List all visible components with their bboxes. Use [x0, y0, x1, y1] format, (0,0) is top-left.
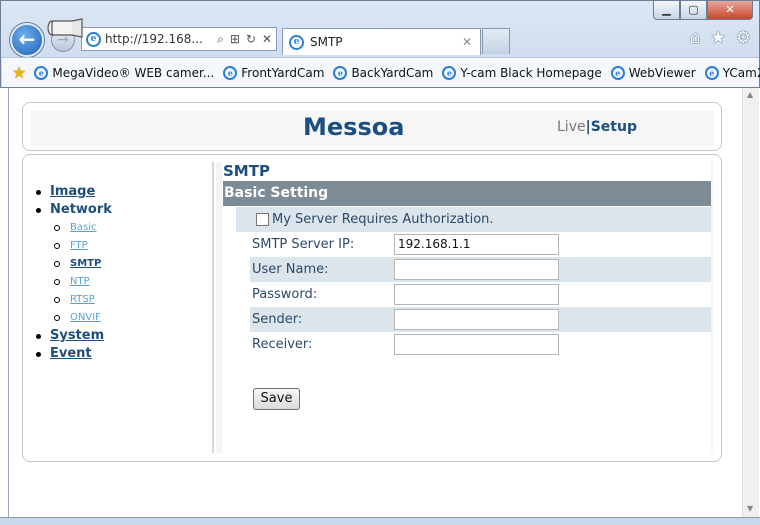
username-row: User Name:: [250, 257, 711, 282]
favorite-label: YCam2: [722, 65, 760, 80]
gear-icon[interactable]: ⚙: [736, 28, 751, 48]
sidebar-subitem-ntp[interactable]: NTP: [40, 273, 112, 291]
brand-title: Messoa: [303, 113, 405, 141]
favorite-link[interactable]: e MegaVideo® WEB camer...: [34, 65, 215, 80]
sidebar-item-label: Network: [50, 202, 112, 217]
sidebar-item-image[interactable]: Image: [36, 183, 112, 201]
sidebar-subitem-rtsp[interactable]: RTSP: [40, 291, 112, 309]
add-favorites-icon[interactable]: ★: [12, 63, 26, 82]
window-bottom-frame: [0, 517, 760, 525]
camera-logo-icon: [47, 18, 83, 38]
favorite-link[interactable]: e Y-cam Black Homepage: [442, 65, 602, 80]
ie-fav-icon: e: [442, 65, 457, 80]
home-icon[interactable]: ⌂: [690, 28, 701, 48]
tab-title: SMTP: [310, 35, 343, 49]
favorite-link[interactable]: e WebViewer: [610, 65, 696, 80]
ie-fav-icon: e: [333, 65, 348, 80]
minimize-button[interactable]: ▁: [653, 1, 680, 20]
favorite-link[interactable]: eYCam2: [704, 65, 760, 80]
sidebar-subitem-ftp[interactable]: FTP: [40, 237, 112, 255]
favorite-label: BackYardCam: [351, 65, 434, 80]
favorite-link[interactable]: e FrontYardCam: [223, 65, 325, 80]
scroll-down-icon[interactable]: ▼: [747, 504, 753, 513]
server-ip-label: SMTP Server IP:: [252, 237, 355, 252]
server-ip-input[interactable]: 192.168.1.1: [394, 234, 559, 255]
username-input[interactable]: [394, 259, 559, 280]
receiver-row: Receiver:: [250, 332, 711, 357]
maximize-button[interactable]: ▢: [680, 1, 707, 20]
window-controls: ▁ ▢ ✕: [653, 1, 753, 20]
back-button[interactable]: ←: [10, 23, 44, 57]
live-link[interactable]: Live: [557, 119, 586, 135]
address-text: http://192.168...: [105, 32, 203, 46]
favorite-label: Y-cam Black Homepage: [460, 65, 602, 80]
auth-label: My Server Requires Authorization.: [272, 212, 494, 227]
ie-fav-icon: e: [223, 65, 238, 80]
sidebar-item-label: Image: [50, 184, 96, 199]
refresh-icon[interactable]: ↻: [246, 32, 256, 47]
password-label: Password:: [252, 287, 318, 302]
browser-tools: ⌂ ★ ⚙: [690, 28, 751, 48]
favorites-bar: ★ e MegaVideo® WEB camer... e FrontYardCam…: [2, 57, 760, 87]
ie-fav-icon: e: [704, 65, 719, 80]
sidebar-item-network[interactable]: Network: [36, 201, 112, 219]
save-button[interactable]: Save: [253, 388, 300, 410]
scroll-up-icon[interactable]: ▲: [747, 90, 753, 99]
auth-row: My Server Requires Authorization.: [236, 207, 711, 232]
favorite-label: MegaVideo® WEB camer...: [52, 65, 215, 80]
tab-close-icon[interactable]: ✕: [462, 35, 472, 49]
sender-label: Sender:: [252, 312, 303, 327]
section-header: Basic Setting: [223, 181, 711, 206]
username-label: User Name:: [252, 262, 329, 277]
favorite-label: FrontYardCam: [241, 65, 325, 80]
vertical-scrollbar[interactable]: ▲ ▼: [742, 88, 759, 517]
favorite-link[interactable]: e BackYardCam: [333, 65, 434, 80]
sender-input[interactable]: [394, 309, 559, 330]
favorites-star-icon[interactable]: ★: [711, 28, 726, 48]
page-title: SMTP: [223, 162, 270, 180]
ie-page-icon: e: [86, 31, 101, 47]
address-bar[interactable]: e http://192.168... ⌕ ⊞ ↻ ✕: [81, 27, 277, 51]
sidebar-subitem-smtp[interactable]: SMTP: [40, 255, 112, 273]
network-submenu-list: Basic FTP SMTP NTP RTSP ONVIF: [40, 219, 112, 327]
sidebar-item-label: Event: [50, 346, 92, 361]
compat-icon[interactable]: ⊞: [230, 32, 240, 47]
sidebar-item-system[interactable]: System: [36, 327, 112, 345]
network-submenu: Basic FTP SMTP NTP RTSP ONVIF: [36, 219, 112, 327]
browser-chrome: ▁ ▢ ✕ ← → e http://192.168... ⌕ ⊞ ↻ ✕ e …: [0, 0, 760, 88]
sidebar-item-event[interactable]: Event: [36, 345, 112, 363]
sidebar-subitem-basic[interactable]: Basic: [40, 219, 112, 237]
close-window-button[interactable]: ✕: [707, 1, 753, 20]
password-input[interactable]: [394, 284, 559, 305]
setup-link[interactable]: Setup: [591, 119, 637, 135]
sidebar-subitem-onvif[interactable]: ONVIF: [40, 309, 112, 327]
favorite-label: WebViewer: [628, 65, 696, 80]
ie-fav-icon: e: [610, 65, 625, 80]
receiver-label: Receiver:: [252, 337, 313, 352]
mode-switch: Live|Setup: [557, 119, 637, 135]
new-tab-button[interactable]: [482, 28, 510, 54]
sidebar-item-label: System: [50, 328, 105, 343]
password-row: Password:: [250, 282, 711, 307]
stop-icon[interactable]: ✕: [262, 32, 272, 47]
search-icon[interactable]: ⌕: [217, 32, 224, 47]
receiver-input[interactable]: [394, 334, 559, 355]
ie-fav-icon: e: [34, 65, 49, 80]
ie-tab-icon: e: [289, 34, 304, 50]
server-ip-row: SMTP Server IP: 192.168.1.1: [250, 232, 711, 257]
sender-row: Sender:: [250, 307, 711, 332]
auth-checkbox[interactable]: [256, 213, 269, 226]
sidebar-menu: Image Network Basic FTP SMTP NTP RTSP ON…: [36, 183, 112, 363]
tab-smtp[interactable]: e SMTP ✕: [282, 28, 481, 55]
address-tools: ⌕ ⊞ ↻ ✕: [217, 32, 276, 47]
